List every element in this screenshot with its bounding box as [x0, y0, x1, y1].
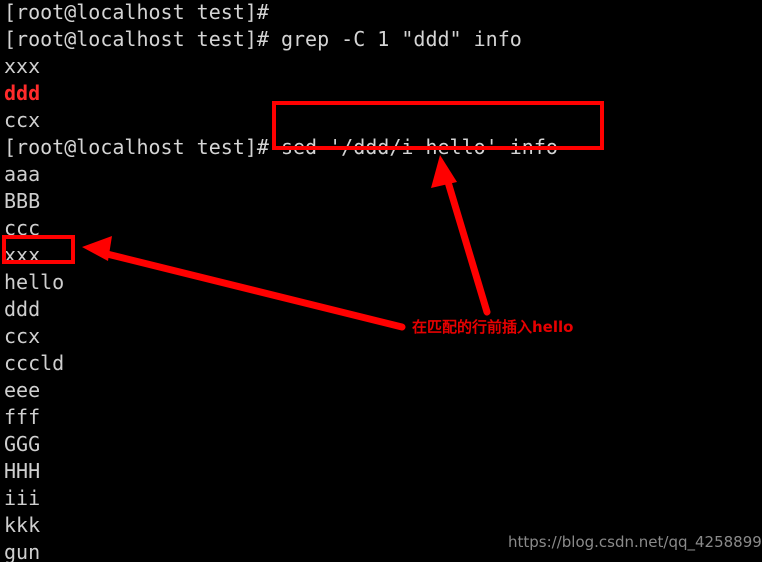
terminal-output-line: cccld — [4, 350, 64, 377]
prompt-text: [root@localhost test]# — [4, 27, 281, 51]
terminal-output-line: ddd — [4, 80, 40, 107]
output-text: iii — [4, 486, 41, 510]
terminal-output-area[interactable]: [root@localhost test]# [root@localhost t… — [0, 0, 762, 562]
terminal-prompt-line[interactable]: [root@localhost test]# grep -C 1 "ddd" i… — [4, 26, 522, 53]
output-text: aaa — [4, 162, 41, 186]
terminal-output-line: BBB — [4, 188, 40, 215]
output-text: GGG — [4, 432, 41, 456]
output-text: kkk — [4, 513, 41, 537]
watermark-url: https://blog.csdn.net/qq_42588990 — [508, 533, 762, 551]
result-highlight-box — [2, 235, 75, 264]
terminal-output-line: ddd — [4, 296, 40, 323]
terminal-output-line: hello — [4, 269, 64, 296]
output-text: gun — [4, 540, 41, 562]
terminal-output-line: gun — [4, 539, 40, 562]
output-text: ccx — [4, 324, 41, 348]
grep-match-text: ddd — [4, 81, 41, 105]
command-text: grep -C 1 "ddd" info — [280, 27, 522, 51]
terminal-output-line: kkk — [4, 512, 40, 539]
output-text: hello — [4, 270, 65, 294]
output-text: xxx — [4, 54, 41, 78]
output-text: ccx — [4, 108, 41, 132]
terminal-output-line: aaa — [4, 161, 40, 188]
terminal-output-line: ccx — [4, 323, 40, 350]
terminal-output-line: fff — [4, 404, 40, 431]
terminal-output-line: xxx — [4, 53, 40, 80]
annotation-note: 在匹配的行前插入hello — [412, 318, 574, 336]
output-text: fff — [4, 405, 41, 429]
terminal-screenshot: [root@localhost test]# [root@localhost t… — [0, 0, 762, 562]
output-text: ddd — [4, 297, 41, 321]
output-text: HHH — [4, 459, 41, 483]
terminal-output-line: ccx — [4, 107, 40, 134]
command-highlight-box — [272, 101, 604, 150]
output-text: BBB — [4, 189, 41, 213]
terminal-output-line: GGG — [4, 431, 40, 458]
terminal-prompt-line[interactable]: [root@localhost test]# — [4, 0, 281, 26]
output-text: cccld — [4, 351, 65, 375]
prompt-text: [root@localhost test]# — [4, 135, 281, 159]
terminal-output-line: HHH — [4, 458, 40, 485]
prompt-text: [root@localhost test]# — [4, 0, 281, 24]
output-text: eee — [4, 378, 41, 402]
terminal-output-line: eee — [4, 377, 40, 404]
terminal-output-line: iii — [4, 485, 40, 512]
